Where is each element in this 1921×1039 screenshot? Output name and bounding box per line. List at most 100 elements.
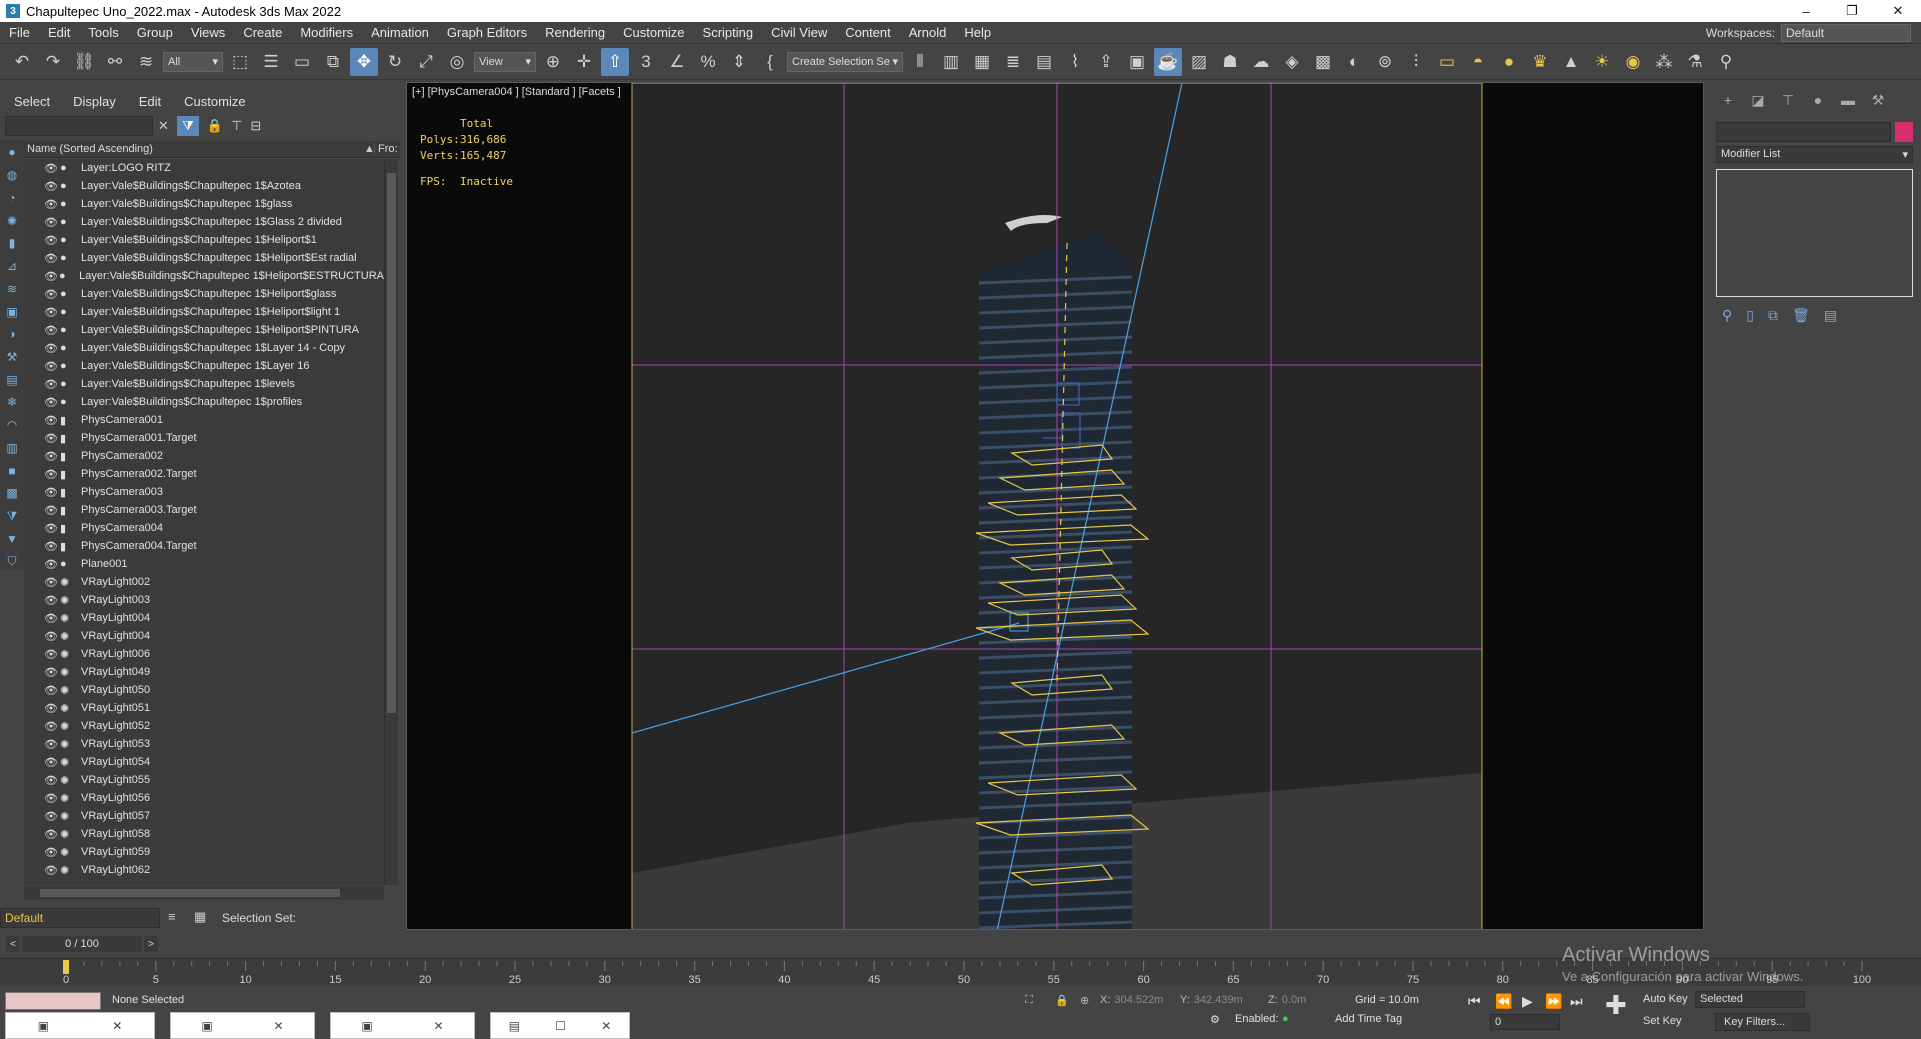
minimize-button[interactable]: – bbox=[1783, 0, 1829, 22]
show-end-result-icon[interactable]: ▯ bbox=[1746, 307, 1754, 324]
select-scale-icon[interactable]: ⤢ bbox=[412, 48, 440, 76]
x-coord[interactable]: X: 304.522m bbox=[1100, 994, 1163, 1006]
sphere-light-icon[interactable]: ● bbox=[1495, 48, 1523, 76]
align-icon[interactable]: ▥ bbox=[937, 48, 965, 76]
list-item[interactable]: 👁 ✺ VRayLight058 bbox=[24, 825, 384, 843]
eye-icon[interactable]: 👁 bbox=[44, 648, 60, 661]
menu-graph-editors[interactable]: Graph Editors bbox=[438, 25, 536, 40]
play-icon[interactable]: ▶ bbox=[1522, 993, 1533, 1010]
menu-modifiers[interactable]: Modifiers bbox=[291, 25, 362, 40]
frozen-filter-icon[interactable]: ❄ bbox=[4, 394, 20, 411]
sort-arrow-icon[interactable]: ▲ bbox=[364, 143, 375, 155]
clear-search-icon[interactable]: ✕ bbox=[158, 118, 169, 134]
motion-tab-icon[interactable]: ● bbox=[1806, 90, 1830, 110]
list-item[interactable]: 👁 ✺ VRayLight002 bbox=[24, 573, 384, 591]
column-name[interactable]: Name (Sorted Ascending) bbox=[24, 143, 364, 155]
auto-key-button[interactable]: Auto Key bbox=[1643, 993, 1688, 1005]
select-rotate-icon[interactable]: ↻ bbox=[381, 48, 409, 76]
menu-help[interactable]: Help bbox=[955, 25, 1000, 40]
select-object-icon[interactable]: ⬚ bbox=[226, 48, 254, 76]
y-coord[interactable]: Y: 342.439m bbox=[1180, 994, 1243, 1006]
hierarchy-icon[interactable]: ⊤ bbox=[231, 118, 242, 134]
funnel-icon[interactable]: ▼ bbox=[4, 530, 20, 547]
shapes-filter-icon[interactable]: ◔ bbox=[4, 189, 20, 206]
workspaces-dropdown[interactable]: Default bbox=[1781, 24, 1911, 42]
list-item[interactable]: 👁 ● Layer:Vale$Buildings$Chapultepec 1$pro… bbox=[24, 393, 384, 411]
percent-snap-icon[interactable]: % bbox=[694, 48, 722, 76]
curve-editor-icon[interactable]: ⌇ bbox=[1061, 48, 1089, 76]
eye-icon[interactable]: 👁 bbox=[44, 810, 60, 823]
geometry-filter-icon[interactable]: ◍ bbox=[4, 167, 20, 184]
list-item[interactable]: 👁 ✺ VRayLight053 bbox=[24, 735, 384, 753]
hierarchy-tab-icon[interactable]: ⊤ bbox=[1776, 90, 1800, 110]
next-key-icon[interactable]: ⏩ bbox=[1545, 993, 1562, 1010]
sx-menu-edit[interactable]: Edit bbox=[125, 94, 170, 109]
list-item[interactable]: 👁 ✺ VRayLight004 bbox=[24, 609, 384, 627]
list-item[interactable]: 👁 ● Layer:Vale$Buildings$Chapultepec 1$Hel… bbox=[24, 285, 384, 303]
list-item[interactable]: 👁 ● Layer:Vale$Buildings$Chapultepec 1$Hel… bbox=[24, 231, 384, 249]
list-item[interactable]: 👁 ● Layer:Vale$Buildings$Chapultepec 1$Gla… bbox=[24, 213, 384, 231]
ambient-light-icon[interactable]: ◉ bbox=[1619, 48, 1647, 76]
plane-light-icon[interactable]: ▭ bbox=[1433, 48, 1461, 76]
vray-scatter-icon[interactable]: ⚲ bbox=[1712, 48, 1740, 76]
utilities-tab-icon[interactable]: ⚒ bbox=[1866, 90, 1890, 110]
named-selection-dropdown[interactable]: Create Selection Se ▾ bbox=[787, 51, 903, 72]
eye-icon[interactable]: 👁 bbox=[44, 828, 60, 841]
menu-rendering[interactable]: Rendering bbox=[536, 25, 614, 40]
close-icon[interactable]: ✕ bbox=[601, 1019, 611, 1033]
close-icon[interactable]: ✕ bbox=[434, 1019, 444, 1033]
undo-icon[interactable]: ↶ bbox=[8, 48, 36, 76]
toggle-ribbon-icon[interactable]: ▤ bbox=[1030, 48, 1058, 76]
eye-icon[interactable]: 👁 bbox=[44, 450, 60, 463]
list-item[interactable]: 👁 ● Layer:Vale$Buildings$Chapultepec 1$Lay… bbox=[24, 339, 384, 357]
set-key-button[interactable]: Set Key bbox=[1643, 1015, 1682, 1027]
current-frame-marker[interactable] bbox=[63, 960, 69, 974]
list-item[interactable]: 👁 ▮ PhysCamera004.Target bbox=[24, 537, 384, 555]
ref-coord-dropdown[interactable]: View ▾ bbox=[474, 51, 536, 72]
eye-icon[interactable]: 👁 bbox=[44, 792, 60, 805]
eye-icon[interactable]: 👁 bbox=[44, 774, 60, 787]
modify-tab-icon[interactable]: ◪ bbox=[1746, 90, 1770, 110]
containers-filter-icon[interactable]: ▤ bbox=[4, 371, 20, 388]
list-item[interactable]: 👁 ● Layer:Vale$Buildings$Chapultepec 1$Hel… bbox=[24, 249, 384, 267]
list-item[interactable]: 👁 ● Layer:Vale$Buildings$Chapultepec 1$Azo… bbox=[24, 177, 384, 195]
eye-icon[interactable]: 👁 bbox=[44, 342, 60, 355]
rendered-frame-window-icon[interactable]: ▨ bbox=[1185, 48, 1213, 76]
list-item[interactable]: 👁 ● Layer:Vale$Buildings$Chapultepec 1$Hel… bbox=[24, 303, 384, 321]
column-frozen[interactable]: Fro: bbox=[374, 143, 400, 155]
groups-filter-icon[interactable]: ▣ bbox=[4, 303, 20, 320]
object-color-swatch[interactable] bbox=[1895, 122, 1913, 142]
display-none-icon[interactable]: ● bbox=[4, 144, 20, 161]
render-setup-icon[interactable]: ☕ bbox=[1154, 47, 1182, 76]
all-filter-icon[interactable]: ▥ bbox=[4, 440, 20, 457]
cameras-filter-icon[interactable]: ▮ bbox=[4, 235, 20, 252]
list-item[interactable]: 👁 ▮ PhysCamera004 bbox=[24, 519, 384, 537]
select-manipulate-icon[interactable]: ✛ bbox=[570, 48, 598, 76]
pivot-center-icon[interactable]: ⊕ bbox=[539, 48, 567, 76]
add-time-tag[interactable]: Add Time Tag bbox=[1335, 1013, 1402, 1025]
scrollbar-thumb[interactable] bbox=[387, 173, 396, 713]
snaps-toggle-icon[interactable]: 3 bbox=[632, 48, 660, 76]
modifier-stack[interactable] bbox=[1716, 169, 1913, 297]
lights-filter-icon[interactable]: ✺ bbox=[4, 212, 20, 229]
menu-group[interactable]: Group bbox=[128, 25, 182, 40]
unlink-icon[interactable]: ⚯ bbox=[101, 48, 129, 76]
eye-icon[interactable]: 👁 bbox=[44, 702, 60, 715]
vertical-scrollbar[interactable] bbox=[384, 159, 398, 885]
select-all-icon[interactable]: ■ bbox=[4, 462, 20, 479]
redo-icon[interactable]: ↷ bbox=[39, 48, 67, 76]
list-item[interactable]: 👁 ▮ PhysCamera003.Target bbox=[24, 501, 384, 519]
menu-create[interactable]: Create bbox=[234, 25, 291, 40]
eye-icon[interactable]: 👁 bbox=[44, 594, 60, 607]
eye-icon[interactable]: 👁 bbox=[44, 846, 60, 859]
list-item[interactable]: 👁 ✺ VRayLight051 bbox=[24, 699, 384, 717]
eye-icon[interactable]: 👁 bbox=[44, 162, 60, 175]
list-item[interactable]: 👁 ✺ VRayLight056 bbox=[24, 789, 384, 807]
prev-key-icon[interactable]: ⏪ bbox=[1495, 993, 1512, 1010]
pin-stack-icon[interactable]: ⚲ bbox=[1722, 307, 1732, 324]
next-frame-arrow[interactable]: > bbox=[144, 936, 158, 952]
key-mode-icon[interactable]: ✚ bbox=[1605, 990, 1627, 1021]
eye-icon[interactable]: 👁 bbox=[44, 324, 60, 337]
bind-spacewarp-icon[interactable]: ≋ bbox=[132, 48, 160, 76]
prev-frame-arrow[interactable]: < bbox=[6, 936, 20, 952]
